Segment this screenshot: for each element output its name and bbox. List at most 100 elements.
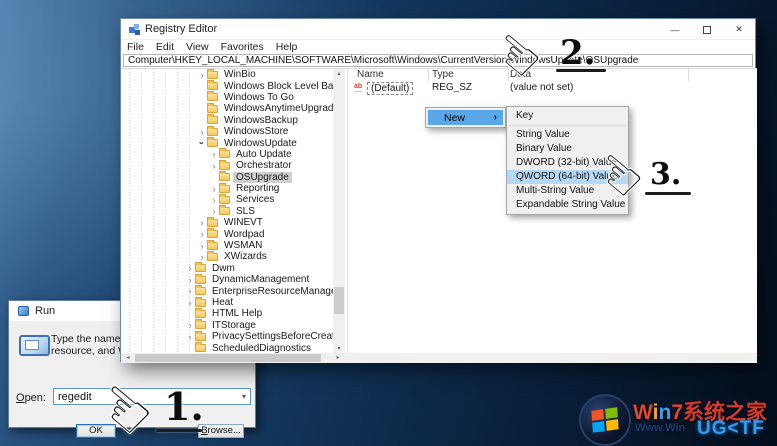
reg-sz-icon: ab [354, 83, 362, 92]
tree-item-label: WindowsStore [221, 126, 291, 137]
chevron-icon[interactable]: › [185, 275, 195, 285]
tree-item-label: Heat [209, 297, 236, 308]
column-header-name[interactable]: Name [357, 69, 384, 80]
titlebar[interactable]: Registry Editor — ✕ [121, 19, 755, 40]
maximize-button[interactable] [691, 19, 723, 40]
chevron-icon[interactable]: › [197, 138, 207, 148]
menu-item-new[interactable]: New › [428, 110, 503, 125]
tree-item-dwm[interactable]: › Dwm [121, 263, 333, 274]
folder-icon [219, 196, 230, 204]
tree-item-label: DynamicManagement [209, 274, 312, 285]
tree-item-windowsupdate[interactable]: › WindowsUpdate [121, 137, 333, 148]
watermark: Win7系统之家 Www.Win UG<TF [577, 390, 777, 446]
scroll-right-icon[interactable]: ▸ [333, 353, 343, 363]
combobox-dropdown-icon[interactable]: ▾ [242, 392, 250, 401]
folder-icon [207, 116, 218, 124]
menu-bar: FileEditViewFavoritesHelp [121, 40, 755, 54]
tree-item-html-help[interactable]: HTML Help [121, 308, 333, 319]
chevron-icon[interactable]: › [197, 229, 207, 239]
tree-item-xwizards[interactable]: › XWizards [121, 251, 333, 262]
menubar-item-help[interactable]: Help [270, 41, 304, 53]
menu-separator [509, 125, 626, 126]
run-icon [19, 335, 50, 356]
chevron-icon[interactable]: › [185, 286, 195, 296]
chevron-icon[interactable]: › [185, 263, 195, 273]
tree-item-label: XWizards [221, 251, 270, 262]
tree-item-dynamicmanagement[interactable]: › DynamicManagement [121, 274, 333, 285]
tree-item-winevt[interactable]: ›WINEVT [121, 217, 333, 228]
context-menu: New › [425, 107, 506, 128]
scrollbar-thumb[interactable] [135, 354, 321, 362]
folder-icon [195, 344, 206, 352]
chevron-icon[interactable]: › [185, 332, 195, 342]
tree-item-enterpriseresourcemanager[interactable]: › EnterpriseResourceManager [121, 285, 333, 296]
chevron-icon[interactable]: › [197, 218, 207, 228]
chevron-icon[interactable]: › [185, 298, 195, 308]
scroll-down-icon[interactable]: ▾ [333, 344, 345, 353]
tree-vertical-scrollbar[interactable]: ▴ ▾ [333, 69, 345, 353]
minimize-button[interactable]: — [659, 19, 691, 40]
menubar-item-favorites[interactable]: Favorites [215, 41, 270, 53]
tree-item-windowsstore[interactable]: › WindowsStore [121, 126, 333, 137]
registry-value-row[interactable]: ab (Default) REG_SZ (value not set) [348, 82, 757, 95]
scroll-left-icon[interactable]: ◂ [123, 353, 133, 363]
tree-item-windows-block-level-backup[interactable]: Windows Block Level Backup [121, 80, 333, 91]
tree-item-windowsanytimeupgrade[interactable]: WindowsAnytimeUpgrade [121, 103, 333, 114]
column-header-type[interactable]: Type [432, 69, 454, 80]
tree-item-osupgrade[interactable]: OSUpgrade [121, 172, 333, 183]
column-separator[interactable] [428, 69, 429, 81]
tree-item-label: WindowsUpdate [221, 138, 300, 149]
tree-item-itstorage[interactable]: › ITStorage [121, 320, 333, 331]
tree-item-privacysettingsbeforecreatorsupdate[interactable]: ›PrivacySettingsBeforeCreatorsUpdate [121, 331, 333, 342]
chevron-icon[interactable]: › [209, 161, 219, 171]
tree-item-wsman[interactable]: ›WSMAN [121, 240, 333, 251]
tree-item-wordpad[interactable]: › Wordpad [121, 228, 333, 239]
tree-item-windowsbackup[interactable]: WindowsBackup [121, 115, 333, 126]
chevron-icon[interactable]: › [197, 241, 207, 251]
step-number-2: 2. [560, 36, 596, 70]
tree-item-scheduleddiagnostics[interactable]: ScheduledDiagnostics [121, 342, 333, 353]
menu-item-string-value[interactable]: String Value [507, 128, 628, 142]
tree-item-label: Dwm [209, 263, 238, 274]
folder-icon [207, 253, 218, 261]
tree-item-heat[interactable]: › Heat [121, 297, 333, 308]
chevron-icon[interactable]: › [209, 206, 219, 216]
tree-item-label: Wordpad [221, 229, 267, 240]
tree-item-winbio[interactable]: › WinBio [121, 69, 333, 80]
menubar-item-file[interactable]: File [121, 41, 150, 53]
chevron-icon[interactable]: › [185, 320, 195, 330]
close-button[interactable]: ✕ [723, 19, 755, 40]
tree-item-label: ITStorage [209, 320, 259, 331]
tree-item-label: EnterpriseResourceManager [209, 286, 333, 297]
chevron-icon[interactable]: › [209, 195, 219, 205]
address-input[interactable]: Computer\HKEY_LOCAL_MACHINE\SOFTWARE\Mic… [123, 54, 753, 67]
column-headers: NameTypeData [348, 69, 757, 81]
tree-item-reporting[interactable]: ›Reporting [121, 183, 333, 194]
tree-item-sls[interactable]: ›SLS [121, 206, 333, 217]
folder-icon [207, 219, 218, 227]
value-name[interactable]: (Default) [367, 82, 413, 95]
chevron-icon[interactable]: › [209, 149, 219, 159]
browse-button[interactable]: Browse... [198, 424, 244, 438]
underline-2 [556, 69, 606, 72]
tree-item-services[interactable]: ›Services [121, 194, 333, 205]
chevron-icon[interactable]: › [197, 70, 207, 80]
chevron-icon[interactable]: › [197, 252, 207, 262]
folder-icon [207, 242, 218, 250]
tree-item-windows-to-go[interactable]: Windows To Go [121, 92, 333, 103]
tree-item-orchestrator[interactable]: ›Orchestrator [121, 160, 333, 171]
tree-item-label: WindowsAnytimeUpgrade [221, 103, 333, 114]
tree-horizontal-scrollbar[interactable]: ◂ ▸ [121, 353, 345, 363]
regedit-app-icon [129, 24, 140, 35]
menu-item-key[interactable]: Key [507, 109, 628, 123]
tree-item-label: WinBio [221, 69, 259, 80]
tree-item-label: Windows To Go [221, 92, 297, 103]
menubar-item-view[interactable]: View [180, 41, 215, 53]
menubar-item-edit[interactable]: Edit [150, 41, 180, 53]
tree-item-auto-update[interactable]: ›Auto Update [121, 149, 333, 160]
scroll-up-icon[interactable]: ▴ [333, 69, 345, 79]
chevron-icon[interactable]: › [209, 184, 219, 194]
scrollbar-thumb[interactable] [334, 287, 344, 314]
chevron-icon[interactable]: › [197, 127, 207, 137]
column-separator[interactable] [688, 69, 689, 81]
